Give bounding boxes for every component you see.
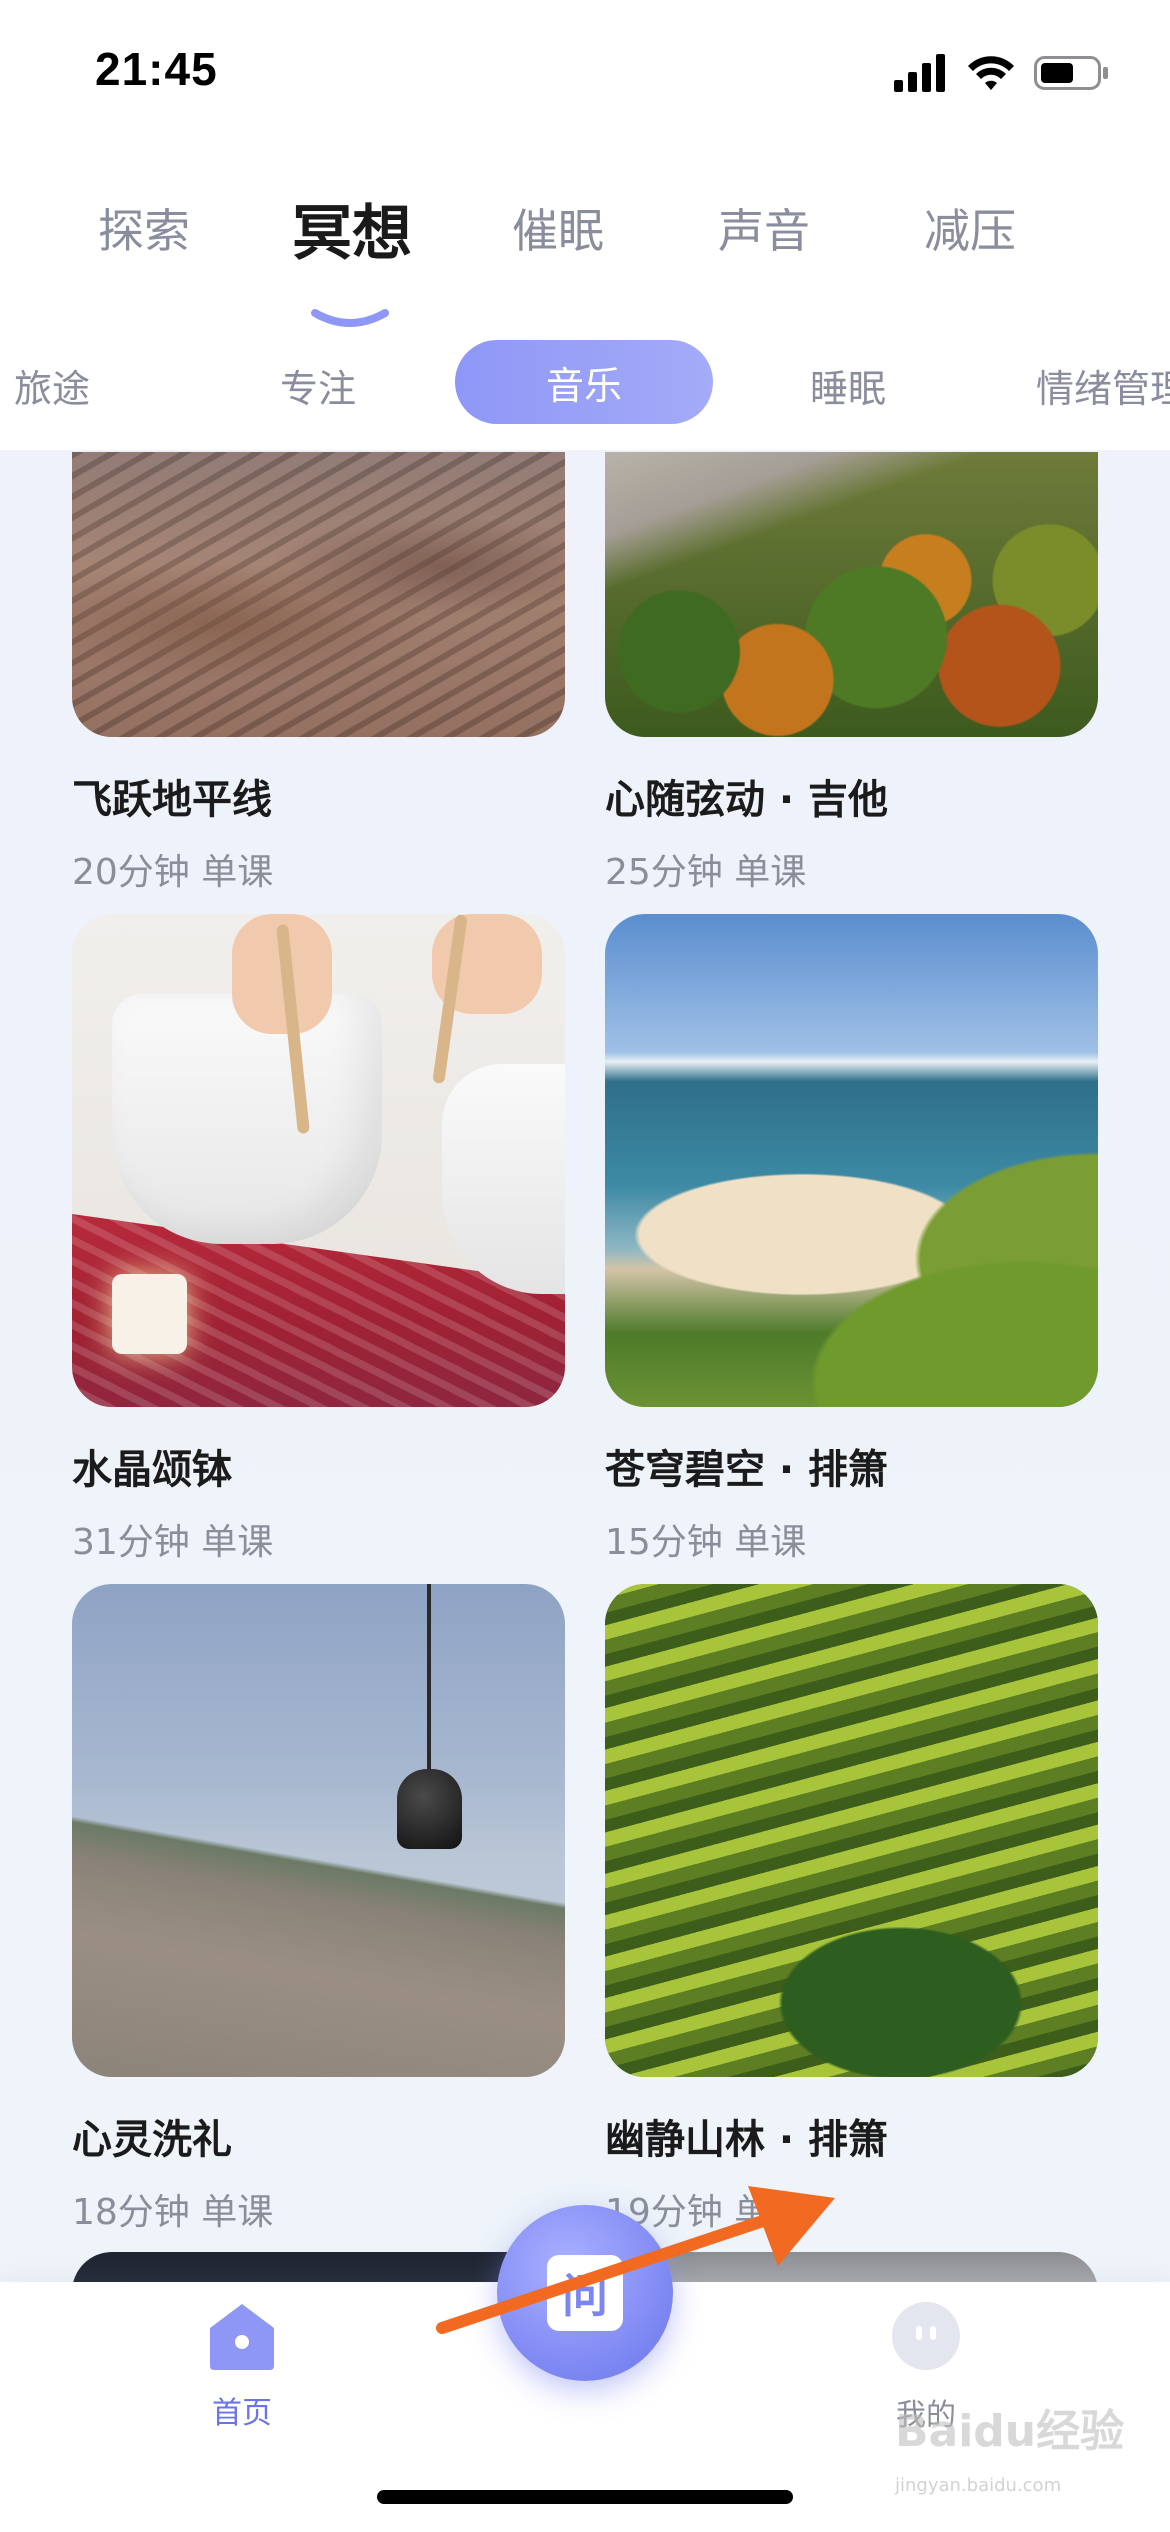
course-card[interactable]: 心灵洗礼 18分钟 单课 <box>72 1584 565 2235</box>
tab-sound[interactable]: 声音 <box>718 195 810 261</box>
tab-home-label: 首页 <box>212 2396 272 2431</box>
subtab-sleep[interactable]: 睡眠 <box>810 358 886 413</box>
status-bar: 21:45 <box>0 0 1170 150</box>
card-image <box>72 914 565 1407</box>
card-title: 心随弦动 · 吉他 <box>605 777 889 823</box>
profile-icon <box>892 2302 960 2370</box>
card-title: 飞跃地平线 <box>72 777 272 823</box>
card-image <box>72 452 565 737</box>
tab-home[interactable]: 首页 <box>142 2282 342 2432</box>
tab-hypnosis[interactable]: 催眠 <box>512 195 604 261</box>
card-image <box>605 1584 1098 2077</box>
subtab-journey[interactable]: 旅途 <box>14 358 90 413</box>
card-image <box>72 1584 565 2077</box>
card-title: 幽静山林 · 排箫 <box>605 2117 889 2163</box>
tab-meditation[interactable]: 冥想 <box>292 185 412 272</box>
course-card[interactable]: 水晶颂钵 31分钟 单课 <box>72 914 565 1565</box>
course-grid: 飞跃地平线 20分钟 单课 心随弦动 · 吉他 25分钟 单课 水晶颂钵 31分… <box>0 452 1170 2282</box>
watermark-sub: jingyan.baidu.com <box>895 2475 1062 2496</box>
card-meta: 31分钟 单课 <box>72 1522 274 1563</box>
status-time: 21:45 <box>95 43 218 95</box>
wifi-icon <box>968 56 1014 90</box>
sub-tabs: 旅途 专注 音乐 睡眠 情绪管理 <box>0 340 1170 430</box>
main-tabs: 探索 冥想 催眠 声音 减压 <box>0 195 1170 327</box>
card-meta: 15分钟 单课 <box>605 1522 807 1563</box>
card-title: 水晶颂钵 <box>72 1447 232 1493</box>
card-image <box>605 452 1098 737</box>
course-card[interactable]: 苍穹碧空 · 排箫 15分钟 单课 <box>605 914 1098 1565</box>
annotation-arrow-icon <box>436 2186 835 2334</box>
battery-icon <box>1034 56 1108 90</box>
subtab-emotion[interactable]: 情绪管理 <box>1036 358 1170 413</box>
home-icon <box>210 2304 274 2370</box>
tab-decompress[interactable]: 减压 <box>924 195 1016 261</box>
subtab-music[interactable]: 音乐 <box>455 340 713 424</box>
card-title: 苍穹碧空 · 排箫 <box>605 1447 889 1493</box>
subtab-focus[interactable]: 专注 <box>280 358 356 413</box>
status-icons <box>894 50 1110 96</box>
signal-icon <box>894 54 945 92</box>
course-card[interactable]: 幽静山林 · 排箫 19分钟 单课 <box>605 1584 1098 2235</box>
app-screen: 21:45 探索 冥想 催眠 声音 减压 旅途 专注 音乐 睡眠 情绪管理 飞跃… <box>0 0 1170 2532</box>
active-tab-indicator <box>311 309 389 327</box>
card-title: 心灵洗礼 <box>72 2117 232 2163</box>
course-card[interactable]: 心随弦动 · 吉他 25分钟 单课 <box>605 452 1098 895</box>
header: 探索 冥想 催眠 声音 减压 旅途 专注 音乐 睡眠 情绪管理 <box>0 150 1170 450</box>
card-meta: 25分钟 单课 <box>605 852 807 893</box>
home-indicator <box>377 2490 793 2504</box>
course-card[interactable]: 飞跃地平线 20分钟 单课 <box>72 452 565 895</box>
card-meta: 20分钟 单课 <box>72 852 274 893</box>
tab-explore[interactable]: 探索 <box>98 195 190 261</box>
card-image <box>605 914 1098 1407</box>
